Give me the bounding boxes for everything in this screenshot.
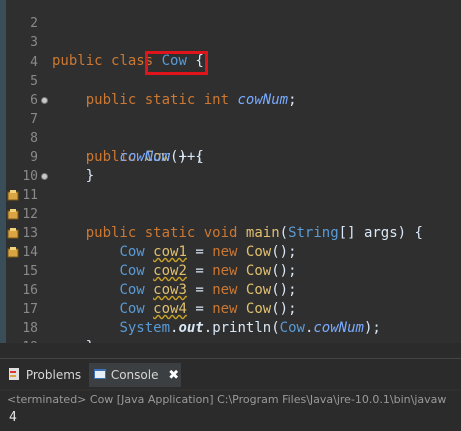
fold-toggle-icon[interactable]	[41, 97, 48, 104]
code-line[interactable]: 8 cowNum ++;	[0, 110, 461, 165]
code-line[interactable]: 13 Cow cow2 = new Cow();	[0, 205, 461, 279]
tab-console[interactable]: Console ✖	[89, 363, 181, 387]
code-line[interactable]: 10	[0, 148, 461, 184]
code-line[interactable]: 18 }	[0, 300, 461, 343]
fold-toggle-icon[interactable]	[41, 173, 48, 180]
code-line[interactable]: 17 System.out.println(Cow.cowNum);	[0, 281, 461, 336]
code-line[interactable]: 16	[0, 262, 461, 298]
code-line[interactable]: 14 Cow cow3 = new Cow();	[0, 224, 461, 298]
code-line[interactable]: 2	[0, 0, 461, 31]
warning-marker-icon[interactable]	[7, 228, 19, 239]
code-line[interactable]: 7 public Cow() {	[0, 91, 461, 165]
code-line[interactable]: 9 }	[0, 129, 461, 184]
tab-problems[interactable]: Problems	[8, 363, 84, 387]
code-line[interactable]: 5 public static int cowNum;	[0, 53, 461, 108]
code-line[interactable]: 15 Cow cow4 = new Cow();	[0, 243, 461, 317]
warning-marker-icon[interactable]	[7, 247, 19, 258]
warning-marker-icon[interactable]	[7, 209, 19, 220]
code-line[interactable]: 12 Cow cow1 = new Cow();	[0, 186, 461, 260]
code-line[interactable]: 11 public static void main(String[] args…	[0, 167, 461, 241]
code-line[interactable]: 3 public class Cow {	[0, 14, 461, 69]
code-line[interactable]: 4	[0, 34, 461, 70]
tab-label: Problems	[25, 368, 82, 382]
views-tab-bar: Problems Console ✖	[0, 358, 461, 389]
warning-marker-icon[interactable]	[7, 190, 19, 201]
console-header: <terminated> Cow [Java Application] C:\P…	[0, 391, 461, 408]
console-icon	[94, 369, 106, 379]
panel-divider[interactable]	[0, 343, 461, 358]
close-icon[interactable]: ✖	[168, 368, 179, 383]
static-highlight-box	[145, 51, 208, 75]
code-line[interactable]: 6	[0, 72, 461, 108]
problems-icon	[9, 368, 19, 380]
tab-label: Console	[110, 368, 159, 382]
code-editor[interactable]: 2 3 public class Cow { 4 5 public static…	[0, 0, 461, 343]
code-line[interactable]: 19 }	[0, 319, 461, 343]
console-output[interactable]: 4	[0, 408, 461, 431]
